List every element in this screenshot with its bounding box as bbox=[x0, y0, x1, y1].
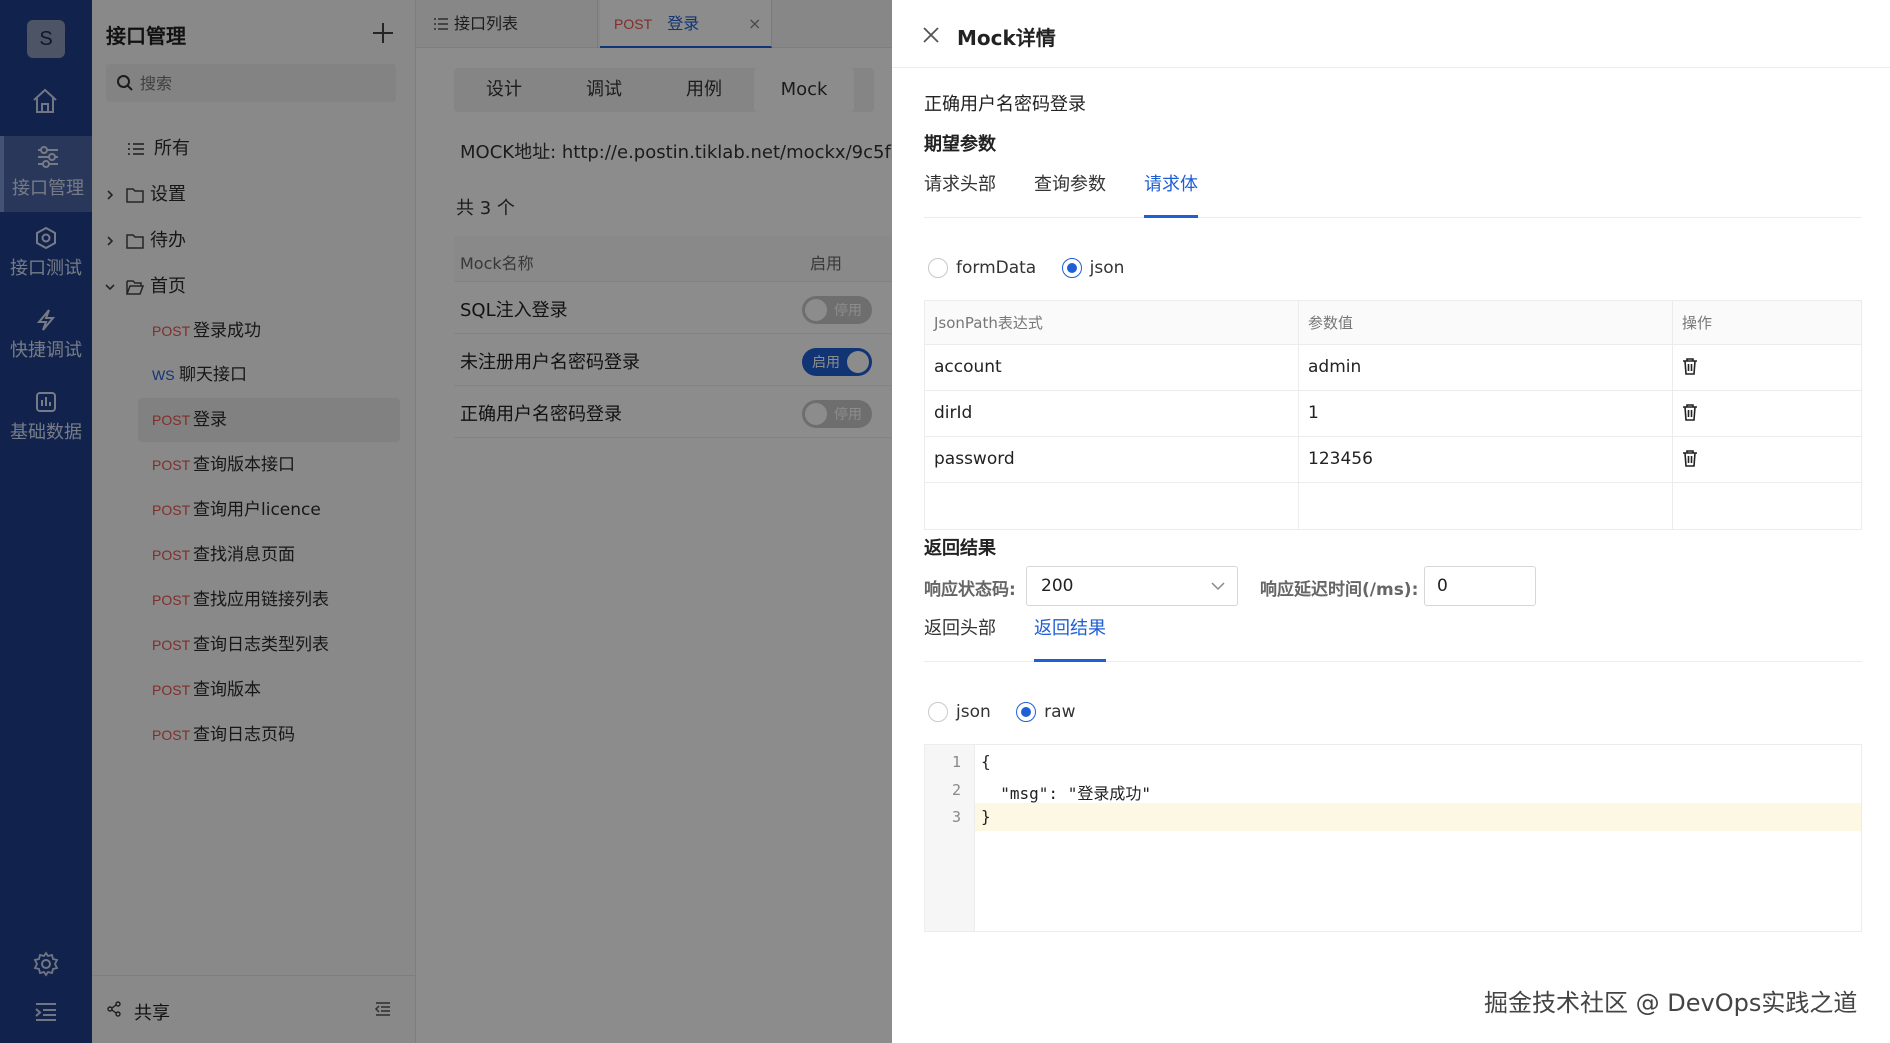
section-title-expect: 期望参数 bbox=[924, 134, 996, 155]
delay-input[interactable] bbox=[1424, 566, 1536, 606]
code-line: { bbox=[981, 752, 991, 771]
column-header: 参数值 bbox=[1299, 301, 1673, 344]
code-line: } bbox=[981, 807, 991, 826]
radio-button[interactable] bbox=[1016, 702, 1037, 722]
body-type-radios: formData json bbox=[928, 258, 1144, 278]
action-cell bbox=[1673, 437, 1861, 482]
mock-name: 正确用户名密码登录 bbox=[924, 94, 1086, 115]
param-value[interactable]: 1 bbox=[1299, 391, 1673, 436]
result-type-radios: json raw bbox=[928, 702, 1095, 722]
radio-json[interactable]: json bbox=[928, 702, 991, 722]
line-number: 1 bbox=[951, 753, 961, 771]
radio-label: formData bbox=[956, 258, 1037, 278]
code-line: "msg": "登录成功" bbox=[981, 784, 1151, 803]
radio-json[interactable]: json bbox=[1061, 258, 1125, 278]
param-path[interactable]: account bbox=[925, 345, 1299, 390]
table-row-empty bbox=[925, 483, 1861, 529]
new-param-value[interactable] bbox=[1299, 483, 1673, 529]
line-number: 2 bbox=[951, 781, 961, 799]
mock-detail-drawer: Mock详情 正确用户名密码登录 期望参数 请求头部 查询参数 请求体 form… bbox=[892, 0, 1890, 1043]
action-cell bbox=[1673, 345, 1861, 390]
action-cell bbox=[1673, 483, 1861, 529]
param-value[interactable]: 123456 bbox=[1299, 437, 1673, 482]
delay-label: 响应延迟时间(/ms): bbox=[1260, 580, 1419, 600]
radio-raw[interactable]: raw bbox=[1016, 702, 1075, 722]
radio-label: raw bbox=[1044, 702, 1076, 722]
select-value: 200 bbox=[1041, 576, 1074, 596]
tab-request-headers[interactable]: 请求头部 bbox=[924, 170, 996, 218]
close-icon[interactable] bbox=[922, 26, 940, 44]
table-row: dirId 1 bbox=[925, 391, 1861, 437]
param-value[interactable]: admin bbox=[1299, 345, 1673, 390]
tab-request-body[interactable]: 请求体 bbox=[1144, 170, 1198, 218]
radio-button[interactable] bbox=[928, 702, 948, 722]
column-header: JsonPath表达式 bbox=[925, 301, 1299, 344]
radio-button[interactable] bbox=[1061, 258, 1082, 278]
code-editor[interactable]: 1 2 3 { "msg": "登录成功" } bbox=[924, 744, 1862, 932]
trash-icon[interactable] bbox=[1682, 449, 1698, 467]
table-row: account admin bbox=[925, 345, 1861, 391]
active-line-highlight bbox=[975, 803, 1861, 831]
radio-formdata[interactable]: formData bbox=[928, 258, 1036, 278]
param-table: JsonPath表达式 参数值 操作 account admin dirId 1… bbox=[924, 300, 1862, 530]
expect-tabs: 请求头部 查询参数 请求体 bbox=[924, 170, 1862, 218]
action-cell bbox=[1673, 391, 1861, 436]
tab-response-headers[interactable]: 返回头部 bbox=[924, 614, 996, 662]
radio-button[interactable] bbox=[928, 258, 948, 278]
status-code-label: 响应状态码: bbox=[924, 580, 1016, 600]
result-tabs: 返回头部 返回结果 bbox=[924, 614, 1862, 662]
watermark: 掘金技术社区 @ DevOps实践之道 bbox=[1484, 989, 1858, 1017]
table-row: password 123456 bbox=[925, 437, 1861, 483]
trash-icon[interactable] bbox=[1682, 403, 1698, 421]
chevron-down-icon bbox=[1211, 582, 1225, 591]
section-title-result: 返回结果 bbox=[924, 538, 996, 559]
trash-icon[interactable] bbox=[1682, 357, 1698, 375]
new-param-path[interactable] bbox=[925, 483, 1299, 529]
status-code-select[interactable]: 200 bbox=[1026, 566, 1238, 606]
tab-query-params[interactable]: 查询参数 bbox=[1034, 170, 1106, 218]
column-header: 操作 bbox=[1682, 314, 1713, 332]
param-path[interactable]: dirId bbox=[925, 391, 1299, 436]
radio-label: json bbox=[956, 702, 991, 722]
radio-label: json bbox=[1089, 258, 1125, 278]
drawer-header: Mock详情 bbox=[892, 0, 1890, 68]
modal-mask[interactable] bbox=[0, 0, 892, 1043]
drawer-title: Mock详情 bbox=[957, 26, 1056, 50]
table-header: JsonPath表达式 参数值 操作 bbox=[925, 301, 1861, 345]
tab-response-body[interactable]: 返回结果 bbox=[1034, 614, 1106, 662]
param-path[interactable]: password bbox=[925, 437, 1299, 482]
line-gutter bbox=[925, 745, 975, 931]
line-number: 3 bbox=[951, 808, 961, 826]
